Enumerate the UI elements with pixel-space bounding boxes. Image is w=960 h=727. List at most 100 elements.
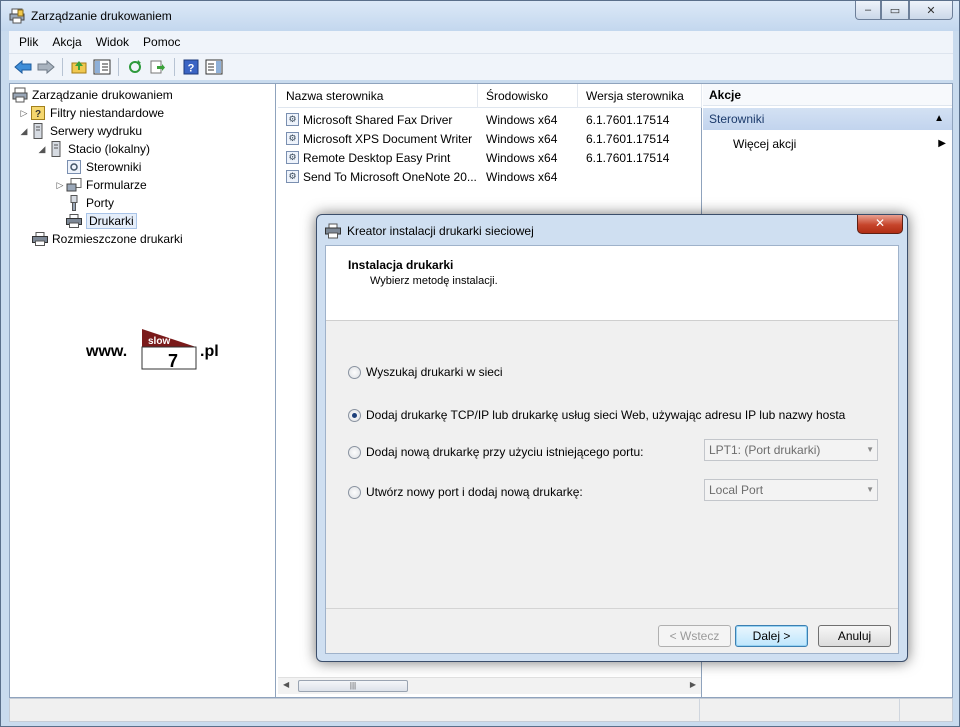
export-list-icon[interactable] bbox=[148, 57, 168, 77]
option-label: Wyszukaj drukarki w sieci bbox=[366, 365, 503, 379]
existing-port-select[interactable]: LPT1: (Port drukarki) ▼ bbox=[704, 439, 878, 461]
driver-name: Remote Desktop Easy Print bbox=[303, 150, 451, 165]
server-icon bbox=[48, 141, 64, 157]
minimize-button[interactable]: ‒ bbox=[855, 1, 881, 20]
collapse-arrow-icon[interactable]: ◢ bbox=[36, 144, 48, 155]
submenu-arrow-icon: ▶ bbox=[938, 138, 946, 149]
expand-arrow-icon[interactable]: ▷ bbox=[18, 108, 30, 119]
svg-text:?: ? bbox=[188, 63, 195, 75]
option-existing-port[interactable]: Dodaj nową drukarkę przy użyciu istnieją… bbox=[348, 444, 643, 460]
forms-icon bbox=[66, 177, 82, 193]
list-header: Nazwa sterownika Środowisko Wersja stero… bbox=[278, 84, 702, 108]
help-icon[interactable]: ? bbox=[181, 57, 201, 77]
maximize-button[interactable]: ▭ bbox=[881, 1, 909, 20]
tree-item-root[interactable]: Zarządzanie drukowaniem bbox=[12, 86, 173, 104]
back-button[interactable]: < Wstecz bbox=[658, 625, 731, 647]
tree-item-forms[interactable]: ▷ Formularze bbox=[54, 176, 147, 194]
print-management-icon bbox=[9, 8, 25, 24]
chevron-down-icon: ▼ bbox=[866, 445, 874, 454]
tree-label: Formularze bbox=[86, 178, 147, 192]
radio-button-checked[interactable] bbox=[348, 408, 361, 422]
svg-text:slow: slow bbox=[148, 336, 170, 347]
option-tcpip[interactable]: Dodaj drukarkę TCP/IP lub drukarkę usług… bbox=[348, 407, 845, 423]
table-row[interactable]: ⚙ Microsoft Shared Fax Driver Windows x64… bbox=[278, 110, 702, 129]
svg-text:?: ? bbox=[35, 109, 41, 120]
scrollbar-thumb[interactable]: ||| bbox=[298, 680, 408, 692]
radio-button[interactable] bbox=[348, 365, 361, 379]
next-button[interactable]: Dalej > bbox=[735, 625, 808, 647]
tree-item-filters[interactable]: ▷ ? Filtry niestandardowe bbox=[18, 104, 164, 122]
close-button[interactable]: ✕ bbox=[909, 1, 953, 20]
driver-environment: Windows x64 bbox=[486, 131, 558, 146]
option-search-network[interactable]: Wyszukaj drukarki w sieci bbox=[348, 364, 503, 380]
toolbar-separator bbox=[62, 58, 63, 76]
tree-item-drivers[interactable]: Sterowniki bbox=[66, 158, 141, 176]
actions-header: Akcje bbox=[703, 84, 952, 106]
tree-item-deployed[interactable]: Rozmieszczone drukarki bbox=[32, 230, 183, 248]
show-hide-tree-icon[interactable] bbox=[92, 57, 112, 77]
printer-icon bbox=[32, 231, 48, 247]
print-management-icon bbox=[12, 87, 28, 103]
menu-bar: Plik Akcja Widok Pomoc bbox=[9, 31, 953, 53]
driver-version: 6.1.7601.17514 bbox=[586, 150, 670, 165]
dialog-close-button[interactable]: ✕ bbox=[857, 215, 903, 234]
watermark-pl: .pl bbox=[200, 343, 219, 360]
column-header-version[interactable]: Wersja sterownika bbox=[578, 84, 702, 108]
tree-item-ports[interactable]: Porty bbox=[66, 194, 114, 212]
table-row[interactable]: ⚙ Send To Microsoft OneNote 20... Windows… bbox=[278, 167, 702, 186]
new-port-type-value: Local Port bbox=[709, 483, 764, 497]
back-icon[interactable] bbox=[13, 57, 33, 77]
more-actions-item[interactable]: Więcej akcji ▶ bbox=[733, 134, 952, 154]
menu-akcja[interactable]: Akcja bbox=[46, 35, 87, 49]
tree-label: Sterowniki bbox=[86, 160, 142, 174]
dialog-divider bbox=[326, 608, 898, 609]
chevron-down-icon: ▼ bbox=[866, 485, 874, 494]
dialog-title: Kreator instalacji drukarki sieciowej bbox=[347, 224, 534, 238]
show-hide-action-pane-icon[interactable] bbox=[204, 57, 224, 77]
radio-button[interactable] bbox=[348, 445, 361, 459]
window-title: Zarządzanie drukowaniem bbox=[31, 9, 172, 23]
collapse-arrow-icon[interactable]: ◢ bbox=[18, 126, 30, 137]
tree-item-servers[interactable]: ◢ Serwery wydruku bbox=[18, 122, 142, 140]
refresh-icon[interactable] bbox=[125, 57, 145, 77]
tree-label: Stacio (lokalny) bbox=[68, 142, 151, 156]
up-folder-icon[interactable] bbox=[69, 57, 89, 77]
status-segment bbox=[900, 699, 952, 721]
actions-section-label: Sterowniki bbox=[709, 112, 765, 126]
tree-item-server-local[interactable]: ◢ Stacio (lokalny) bbox=[36, 140, 150, 158]
menu-pomoc[interactable]: Pomoc bbox=[137, 35, 186, 49]
dialog-subheading: Wybierz metodę instalacji. bbox=[370, 275, 498, 287]
status-segment bbox=[700, 699, 900, 721]
collapse-up-icon[interactable]: ▲ bbox=[934, 108, 944, 130]
driver-name: Microsoft XPS Document Writer bbox=[303, 131, 473, 146]
new-port-type-select[interactable]: Local Port ▼ bbox=[704, 479, 878, 501]
dialog-title-bar[interactable]: Kreator instalacji drukarki sieciowej ✕ bbox=[317, 215, 907, 245]
expand-arrow-icon[interactable]: ▷ bbox=[54, 180, 66, 191]
menu-widok[interactable]: Widok bbox=[90, 35, 135, 49]
radio-button[interactable] bbox=[348, 485, 361, 499]
actions-section-drivers[interactable]: Sterowniki ▲ bbox=[703, 108, 952, 130]
table-row[interactable]: ⚙ Remote Desktop Easy Print Windows x64 6… bbox=[278, 148, 702, 167]
driver-icon: ⚙ bbox=[286, 151, 299, 164]
tree-label: Drukarki bbox=[86, 213, 137, 229]
scroll-left-icon[interactable]: ◀ bbox=[283, 680, 289, 689]
scroll-right-icon[interactable]: ▶ bbox=[690, 680, 696, 689]
status-segment bbox=[10, 699, 700, 721]
column-header-name[interactable]: Nazwa sterownika bbox=[278, 84, 478, 108]
tree-item-printers[interactable]: Drukarki bbox=[66, 212, 137, 230]
option-new-port[interactable]: Utwórz nowy port i dodaj nową drukarkę: bbox=[348, 484, 583, 500]
horizontal-scrollbar[interactable]: ◀ ||| ▶ bbox=[278, 677, 701, 694]
printer-icon bbox=[325, 223, 341, 239]
toolbar-separator bbox=[174, 58, 175, 76]
printer-icon bbox=[66, 213, 82, 229]
driver-version: 6.1.7601.17514 bbox=[586, 112, 670, 127]
title-bar[interactable]: Zarządzanie drukowaniem ‒ ▭ ✕ bbox=[1, 1, 959, 31]
menu-plik[interactable]: Plik bbox=[13, 35, 44, 49]
toolbar-separator bbox=[118, 58, 119, 76]
column-header-environment[interactable]: Środowisko bbox=[478, 84, 578, 108]
cancel-button[interactable]: Anuluj bbox=[818, 625, 891, 647]
forward-icon[interactable] bbox=[36, 57, 56, 77]
table-row[interactable]: ⚙ Microsoft XPS Document Writer Windows x… bbox=[278, 129, 702, 148]
driver-environment: Windows x64 bbox=[486, 112, 558, 127]
port-icon bbox=[66, 195, 82, 211]
